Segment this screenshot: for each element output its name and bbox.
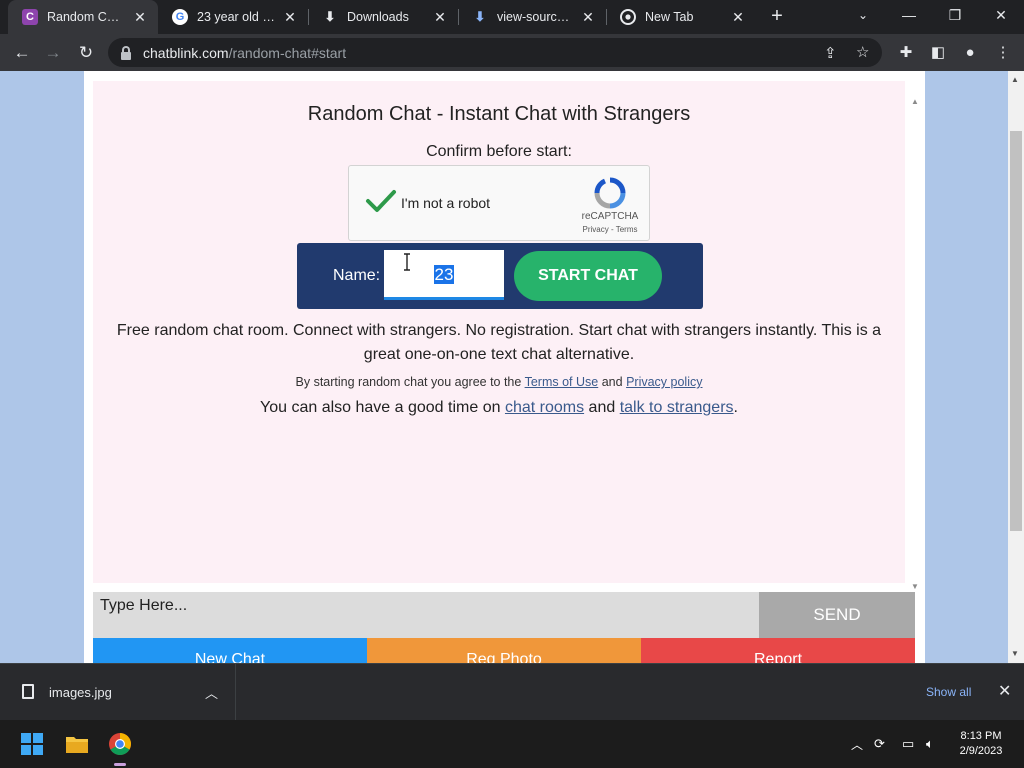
terms-notice: By starting random chat you agree to the…	[93, 375, 905, 389]
display-icon[interactable]: ▭	[902, 736, 914, 752]
name-input[interactable]: 23	[384, 250, 504, 300]
page-viewport: ▲ ▼ Random Chat - Instant Chat with Stra…	[0, 71, 1024, 663]
confirm-label: Confirm before start:	[426, 143, 572, 160]
name-input-value: 23	[433, 265, 455, 284]
download-item[interactable]: images.jpg ︿	[0, 664, 236, 721]
window-close-button[interactable]: ✕	[978, 0, 1024, 30]
close-icon[interactable]: ✕	[730, 9, 746, 26]
url-host: chatblink.com	[143, 44, 229, 61]
recaptcha-label: I'm not a robot	[401, 195, 491, 211]
tab-random-chat[interactable]: C Random Chat - ✕	[8, 0, 158, 34]
file-explorer-icon[interactable]	[65, 734, 89, 754]
chevron-up-icon[interactable]: ︿	[205, 683, 218, 702]
scrollbar-thumb[interactable]	[1010, 131, 1022, 531]
new-chat-button[interactable]: New Chat	[93, 638, 367, 663]
back-arrow-icon[interactable]: ←	[9, 40, 35, 66]
start-chat-button[interactable]: START CHAT	[514, 251, 662, 301]
close-icon[interactable]: ✕	[432, 9, 448, 26]
reload-icon[interactable]: ↻	[73, 40, 99, 66]
description-text: Free random chat room. Connect with stra…	[116, 322, 882, 363]
tab-downloads[interactable]: ⬇ Downloads ✕	[308, 0, 458, 34]
send-button[interactable]: SEND	[759, 592, 915, 638]
download-icon: ⬇	[324, 9, 336, 24]
tab-title: 23 year old male	[197, 10, 276, 24]
scroll-up-arrow-icon[interactable]: ▲	[1011, 75, 1019, 84]
page-scrollbar[interactable]: ▲ ▼	[1008, 71, 1024, 663]
text-cursor-icon	[404, 253, 410, 271]
page-card: ▲ ▼ Random Chat - Instant Chat with Stra…	[84, 71, 925, 663]
side-panel-icon[interactable]: ◧	[928, 43, 948, 63]
download-icon: ⬇	[474, 9, 486, 24]
tab-google-search[interactable]: G 23 year old male ✕	[158, 0, 308, 34]
also-and-text: and	[588, 399, 616, 416]
url-path: /random-chat#start	[228, 44, 347, 61]
terms-notice-text: By starting random chat you agree to the	[295, 375, 522, 389]
scroll-down-arrow-icon[interactable]: ▼	[1011, 649, 1019, 658]
file-icon	[22, 684, 34, 699]
clock-time: 8:13 PM	[960, 730, 1002, 742]
recaptcha-brand: reCAPTCHA	[581, 211, 639, 222]
download-file-name: images.jpg	[49, 685, 112, 700]
report-button[interactable]: Report	[641, 638, 915, 663]
sync-icon[interactable]: ⟳	[874, 736, 885, 752]
request-photo-button[interactable]: Req Photo	[367, 638, 641, 663]
close-icon[interactable]: ✕	[998, 681, 1011, 701]
minimize-button[interactable]: —	[886, 0, 932, 30]
tab-strip: C Random Chat - ✕ G 23 year old male ✕ ⬇…	[0, 0, 1024, 34]
recaptcha-logo-icon	[594, 177, 626, 209]
chat-area: ▲ ▼ Random Chat - Instant Chat with Stra…	[93, 81, 919, 591]
active-app-indicator	[114, 763, 126, 766]
terms-of-use-link[interactable]: Terms of Use	[525, 375, 599, 389]
tab-title: view-source:chr	[497, 10, 574, 24]
google-icon: G	[172, 9, 188, 25]
period-text: .	[733, 399, 738, 416]
bookmark-star-icon[interactable]: ☆	[856, 43, 869, 61]
show-all-link[interactable]: Show all	[926, 685, 971, 699]
windows-start-icon[interactable]	[21, 733, 43, 755]
share-icon[interactable]: ⇪	[824, 44, 837, 62]
restore-button[interactable]: ❐	[932, 0, 978, 30]
volume-icon[interactable]: 🔈︎	[926, 736, 934, 752]
more-menu-icon[interactable]: ⋮	[993, 43, 1013, 63]
privacy-policy-link[interactable]: Privacy policy	[626, 375, 702, 389]
checkmark-icon[interactable]	[364, 184, 398, 218]
page-title: Random Chat - Instant Chat with Stranger…	[307, 103, 691, 125]
close-icon[interactable]: ✕	[132, 9, 148, 26]
message-input[interactable]: Type Here...	[93, 592, 759, 638]
chrome-icon	[620, 9, 636, 25]
tab-search-chevron-icon[interactable]: ⌄	[840, 0, 886, 30]
lock-icon	[120, 45, 132, 60]
chrome-taskbar-icon[interactable]	[108, 732, 132, 756]
also-prefix-text: You can also have a good time on	[260, 399, 501, 416]
windows-taskbar: ︿ ⟳ ▭ 🔈︎ 8:13 PM 2/9/2023	[0, 720, 1024, 768]
tab-new-tab[interactable]: New Tab ✕	[606, 0, 756, 34]
also-text: You can also have a good time on chat ro…	[93, 399, 905, 417]
name-label: Name:	[333, 267, 381, 284]
chat-scroll-down-icon[interactable]: ▼	[911, 582, 919, 591]
browser-toolbar: ← → ↻ chatblink.com/random-chat#start ⇪ …	[0, 34, 1024, 71]
chat-scroll-up-icon[interactable]: ▲	[911, 97, 919, 106]
address-bar[interactable]: chatblink.com/random-chat#start ⇪ ☆	[108, 38, 882, 67]
recaptcha-links[interactable]: Privacy - Terms	[574, 225, 646, 234]
chatblink-favicon-icon: C	[22, 9, 38, 25]
tab-view-source[interactable]: ⬇ view-source:chr ✕	[458, 0, 606, 34]
close-icon[interactable]: ✕	[282, 9, 298, 26]
chat-rooms-link[interactable]: chat rooms	[505, 399, 584, 416]
terms-and-text: and	[601, 375, 623, 389]
clock-date: 2/9/2023	[959, 745, 1003, 757]
tray-chevron-up-icon[interactable]: ︿	[851, 736, 863, 753]
system-clock[interactable]: 8:13 PM 2/9/2023	[950, 729, 1012, 759]
recaptcha-widget[interactable]: I'm not a robot reCAPTCHA Privacy - Term…	[348, 165, 650, 241]
extensions-puzzle-icon[interactable]: ✚	[896, 43, 916, 63]
forward-arrow-icon[interactable]: →	[40, 40, 66, 66]
download-bar: images.jpg ︿ Show all ✕	[0, 663, 1024, 721]
tab-title: Downloads	[347, 10, 409, 24]
tab-title: Random Chat -	[47, 10, 126, 24]
tab-title: New Tab	[645, 10, 694, 24]
close-icon[interactable]: ✕	[580, 9, 596, 26]
new-tab-button[interactable]: +	[766, 5, 788, 29]
name-form: Name: 23 START CHAT	[297, 243, 703, 309]
profile-avatar-icon[interactable]: ●	[960, 43, 980, 63]
talk-to-strangers-link[interactable]: talk to strangers	[620, 399, 734, 416]
